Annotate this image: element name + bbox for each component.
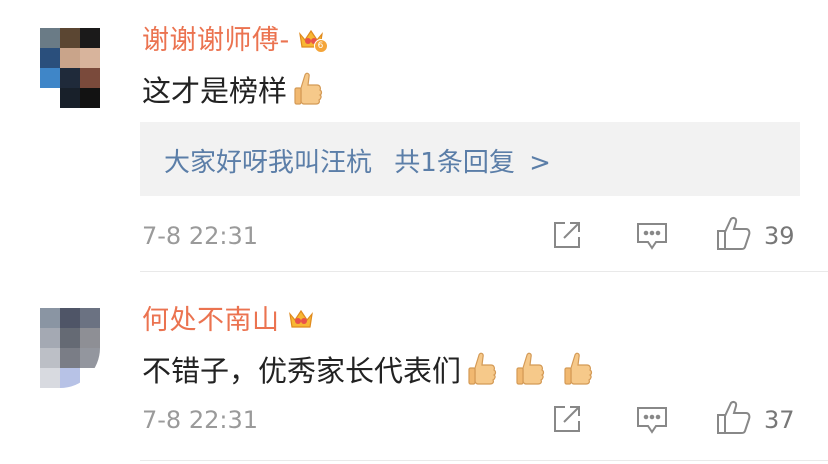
thumbs-up-emoji xyxy=(294,72,323,105)
comment-item: 何处不南山 不错子，优秀家长代表们 7-8 22:31 37 xyxy=(0,272,828,464)
share-icon[interactable] xyxy=(552,404,582,434)
thumbs-up-emoji xyxy=(468,352,497,385)
thumbs-up-icon[interactable] xyxy=(716,216,752,252)
divider xyxy=(140,460,828,461)
avatar[interactable] xyxy=(40,28,100,108)
comment-text: 不错子，优秀家长代表们 xyxy=(142,348,595,390)
timestamp: 7-8 22:31 xyxy=(142,222,258,250)
comment-text: 这才是榜样 xyxy=(142,68,325,110)
username[interactable]: 谢谢谢师傅- 6 xyxy=(142,18,328,57)
like-count: 39 xyxy=(764,222,795,250)
username-text[interactable]: 谢谢谢师傅- xyxy=(142,25,290,56)
reply-author[interactable]: 大家好呀我叫汪杭 xyxy=(164,148,372,178)
username-text[interactable]: 何处不南山 xyxy=(142,305,280,336)
thumbs-up-emoji xyxy=(564,352,593,385)
comment-text-body: 不错子，优秀家长代表们 xyxy=(142,354,462,388)
vip-level-badge: 6 xyxy=(313,39,328,53)
avatar[interactable] xyxy=(40,308,100,388)
vip-crown-icon xyxy=(286,306,316,332)
thumbs-up-icon[interactable] xyxy=(716,400,752,436)
comment-icon[interactable] xyxy=(636,221,668,251)
comment-item: 谢谢谢师傅- 6 这才是榜样 大家好呀我叫汪杭 共1条回复 > 7-8 22:3… xyxy=(0,0,828,272)
share-icon[interactable] xyxy=(552,220,582,250)
vip-crown-icon: 6 xyxy=(296,26,328,53)
username[interactable]: 何处不南山 xyxy=(142,298,316,337)
comment-text-body: 这才是榜样 xyxy=(142,74,288,108)
chevron-right-icon[interactable]: > xyxy=(529,148,551,178)
timestamp: 7-8 22:31 xyxy=(142,406,258,434)
like-count: 37 xyxy=(764,406,795,434)
reply-preview-text[interactable]: 大家好呀我叫汪杭 共1条回复 > xyxy=(164,142,551,179)
reply-preview[interactable]: 大家好呀我叫汪杭 共1条回复 > xyxy=(140,122,800,196)
reply-count[interactable]: 共1条回复 xyxy=(394,148,515,178)
comment-icon[interactable] xyxy=(636,405,668,435)
thumbs-up-emoji xyxy=(516,352,545,385)
